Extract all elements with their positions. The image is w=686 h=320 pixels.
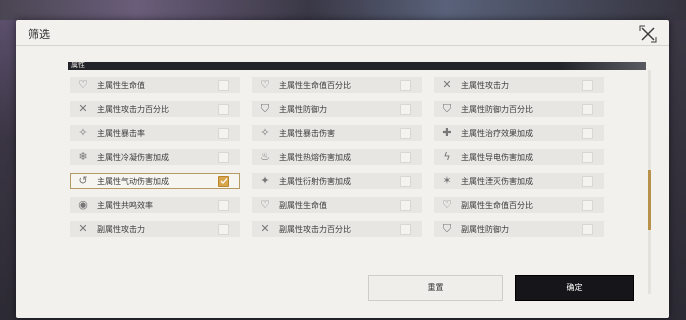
reset-button[interactable]: 重置 — [368, 275, 503, 301]
filter-item[interactable]: ♡ 副属性生命值 — [252, 197, 422, 213]
filter-item-checkbox[interactable] — [218, 103, 229, 115]
filter-item-checkbox[interactable] — [582, 199, 593, 211]
scrollbar[interactable] — [648, 70, 651, 294]
crosshair-icon: ✧ — [260, 126, 270, 139]
resonance-icon: ◉ — [78, 198, 88, 211]
filter-item-label: 主属性防御力百分比 — [461, 104, 533, 114]
crossed-swords-icon: ✕ — [442, 78, 452, 91]
crossed-swords-icon: ✕ — [78, 102, 88, 115]
close-button[interactable] — [637, 23, 659, 45]
sparkle-icon: ✦ — [260, 174, 270, 187]
filter-item-label: 主属性攻击力百分比 — [97, 104, 169, 114]
scrollbar-thumb[interactable] — [648, 170, 651, 230]
filter-item-label: 主属性攻击力 — [461, 80, 509, 90]
filter-item-checkbox[interactable] — [218, 199, 229, 211]
filter-item-label: 副属性攻击力 — [97, 224, 145, 234]
filter-item[interactable]: ✧ 主属性暴击率 — [70, 125, 240, 141]
flame-icon: ♨ — [260, 150, 270, 163]
filter-item-label: 副属性防御力 — [461, 224, 509, 234]
filter-item[interactable]: ♡ 主属性生命值 — [70, 77, 240, 93]
filter-item-label: 副属性生命值百分比 — [461, 200, 533, 210]
filter-item[interactable]: ✚ 主属性治疗效果加成 — [434, 125, 604, 141]
section-header-attributes: 属性 — [68, 61, 646, 70]
filter-item-checkbox[interactable] — [218, 175, 229, 187]
filter-item-label: 主属性气动伤害加成 — [97, 176, 169, 186]
confirm-button[interactable]: 确定 — [515, 275, 634, 301]
filter-item-checkbox[interactable] — [582, 151, 593, 163]
crossed-swords-icon: ✕ — [260, 222, 270, 235]
filter-item-label: 主属性防御力 — [279, 104, 327, 114]
lightning-icon: ϟ — [443, 150, 451, 163]
heart-percent-icon: ♡ — [260, 78, 270, 91]
filter-item-label: 主属性导电伤害加成 — [461, 152, 533, 162]
wind-icon: ↺ — [78, 174, 88, 187]
filter-item[interactable]: ⛉ 副属性防御力 — [434, 221, 604, 237]
filter-item[interactable]: ✧ 主属性暴击伤害 — [252, 125, 422, 141]
filter-item[interactable]: ♡ 主属性生命值百分比 — [252, 77, 422, 93]
filter-item-label: 主属性湮灭伤害加成 — [461, 176, 533, 186]
filter-item[interactable]: ⛉ 主属性防御力 — [252, 101, 422, 117]
filter-item[interactable]: ↺ 主属性气动伤害加成 — [70, 173, 240, 189]
filter-item[interactable]: ◉ 主属性共鸣效率 — [70, 197, 240, 213]
dialog-title: 筛选 — [28, 28, 50, 41]
filter-item-label: 主属性衍射伤害加成 — [279, 176, 351, 186]
background-scenery — [0, 0, 686, 20]
heart-icon: ♡ — [78, 78, 88, 91]
crossed-swords-icon: ✕ — [78, 222, 88, 235]
crosshair-icon: ✧ — [78, 126, 88, 139]
filter-item-checkbox[interactable] — [582, 79, 593, 91]
filter-item[interactable]: ❄ 主属性冷凝伤害加成 — [70, 149, 240, 165]
shield-icon: ⛉ — [260, 102, 270, 115]
filter-item-checkbox[interactable] — [582, 127, 593, 139]
filter-item[interactable]: ✦ 主属性衍射伤害加成 — [252, 173, 422, 189]
void-icon: ✶ — [442, 174, 452, 187]
filter-item-checkbox[interactable] — [218, 223, 229, 235]
filter-item[interactable]: ϟ 主属性导电伤害加成 — [434, 149, 604, 165]
filter-item-label: 副属性生命值 — [279, 200, 327, 210]
filter-item-checkbox[interactable] — [400, 127, 411, 139]
filter-item[interactable]: ✕ 副属性攻击力 — [70, 221, 240, 237]
shield-icon: ⛉ — [442, 222, 452, 235]
filter-item-label: 主属性生命值百分比 — [279, 80, 351, 90]
filter-item[interactable]: ♡ 副属性生命值百分比 — [434, 197, 604, 213]
filter-item-label: 主属性治疗效果加成 — [461, 128, 533, 138]
heart-percent-icon: ♡ — [442, 198, 452, 211]
close-icon — [639, 25, 657, 43]
filter-item-label: 主属性暴击伤害 — [279, 128, 335, 138]
filter-item-checkbox[interactable] — [582, 223, 593, 235]
filter-item[interactable]: ✕ 主属性攻击力百分比 — [70, 101, 240, 117]
filter-item[interactable]: ⛉ 主属性防御力百分比 — [434, 101, 604, 117]
filter-item[interactable]: ✕ 副属性攻击力百分比 — [252, 221, 422, 237]
filter-item-checkbox[interactable] — [218, 79, 229, 91]
filter-item-checkbox[interactable] — [400, 103, 411, 115]
filter-item-checkbox[interactable] — [218, 151, 229, 163]
section-label: 属性 — [71, 61, 85, 69]
healing-icon: ✚ — [442, 126, 452, 139]
filter-item-checkbox[interactable] — [400, 175, 411, 187]
filter-item-checkbox[interactable] — [400, 151, 411, 163]
filter-item-checkbox[interactable] — [400, 199, 411, 211]
heart-icon: ♡ — [260, 198, 270, 211]
filter-item-label: 主属性共鸣效率 — [97, 200, 153, 210]
filter-item[interactable]: ♨ 主属性热熔伤害加成 — [252, 149, 422, 165]
title-divider — [16, 45, 669, 46]
filter-item-checkbox[interactable] — [582, 175, 593, 187]
filter-item-label: 副属性攻击力百分比 — [279, 224, 351, 234]
filter-item[interactable]: ✕ 主属性攻击力 — [434, 77, 604, 93]
filter-item-checkbox[interactable] — [400, 223, 411, 235]
snowflake-icon: ❄ — [78, 150, 88, 163]
filter-item-checkbox[interactable] — [582, 103, 593, 115]
filter-item[interactable]: ✶ 主属性湮灭伤害加成 — [434, 173, 604, 189]
shield-icon: ⛉ — [442, 102, 452, 115]
filter-dialog: 筛选 属性 ♡ 主属性生命值 ♡ 主属性生命值百分比 ✕ 主属性攻击力 ✕ 主属性攻击力百分比… — [16, 20, 669, 318]
filter-item-label: 主属性热熔伤害加成 — [279, 152, 351, 162]
filter-item-checkbox[interactable] — [218, 127, 229, 139]
filter-item-checkbox[interactable] — [400, 79, 411, 91]
filter-item-label: 主属性暴击率 — [97, 128, 145, 138]
checkmark-icon — [220, 178, 227, 184]
filter-item-label: 主属性生命值 — [97, 80, 145, 90]
background-right-edge — [668, 20, 686, 320]
filter-item-label: 主属性冷凝伤害加成 — [97, 152, 169, 162]
